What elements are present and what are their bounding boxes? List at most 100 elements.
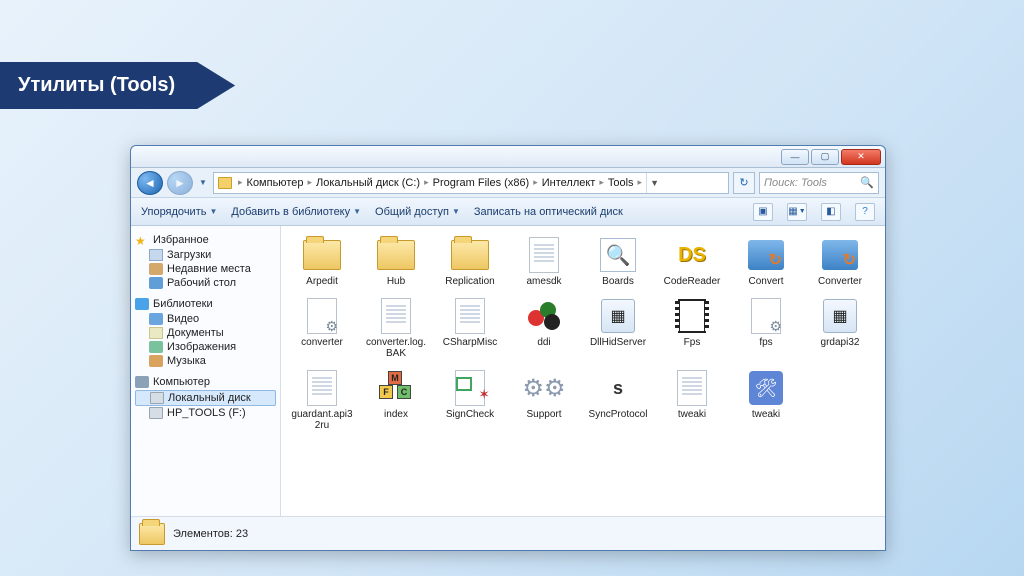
downloads-icon xyxy=(149,249,163,261)
file-item[interactable]: fps xyxy=(731,295,801,361)
breadcrumb-segment[interactable]: Интеллект xyxy=(542,177,596,189)
slide-title: Утилиты (Tools) xyxy=(0,62,235,109)
address-bar[interactable]: ▸ Компьютер ▸ Локальный диск (C:) ▸ Prog… xyxy=(213,172,729,194)
close-button[interactable]: ✕ xyxy=(841,149,881,165)
refresh-button[interactable]: ↻ xyxy=(733,172,755,194)
favorites-group[interactable]: ★Избранное xyxy=(135,234,276,246)
burn-button[interactable]: Записать на оптический диск xyxy=(474,206,623,218)
file-label: index xyxy=(384,409,408,420)
breadcrumb-segment[interactable]: Program Files (x86) xyxy=(433,177,530,189)
sidebar-item-video[interactable]: Видео xyxy=(135,312,276,326)
file-item[interactable]: Replication xyxy=(435,234,505,289)
file-icon xyxy=(670,369,714,407)
explorer-window: — ▢ ✕ ◄ ► ▼ ▸ Компьютер ▸ Локальный диск… xyxy=(130,145,886,551)
breadcrumb-segment[interactable]: Tools xyxy=(608,177,634,189)
organize-menu[interactable]: Упорядочить▼ xyxy=(141,206,217,218)
file-item[interactable]: ⚙⚙ Support xyxy=(509,367,579,433)
file-list[interactable]: ArpeditHubReplication amesdk 🔍BoardsDSCode… xyxy=(281,226,885,516)
file-item[interactable]: Hub xyxy=(361,234,431,289)
file-label: Fps xyxy=(684,337,701,348)
file-item[interactable]: 🛠tweaki xyxy=(731,367,801,433)
file-icon xyxy=(448,369,492,407)
breadcrumb-segment[interactable]: Компьютер xyxy=(247,177,304,189)
file-icon: 🔍 xyxy=(596,236,640,274)
file-item[interactable]: ▦grdapi32 xyxy=(805,295,875,361)
forward-button[interactable]: ► xyxy=(167,171,193,195)
file-label: CSharpMisc xyxy=(443,337,497,348)
file-icon xyxy=(300,236,344,274)
file-item[interactable]: Arpedit xyxy=(287,234,357,289)
file-item[interactable]: s SyncProtocol xyxy=(583,367,653,433)
libraries-group[interactable]: Библиотеки xyxy=(135,298,276,310)
file-icon xyxy=(374,236,418,274)
sidebar-item-documents[interactable]: Документы xyxy=(135,326,276,340)
history-dropdown-icon[interactable]: ▼ xyxy=(197,172,209,194)
file-label: ddi xyxy=(537,337,550,348)
folder-icon xyxy=(139,523,165,545)
sidebar-item-downloads[interactable]: Загрузки xyxy=(135,248,276,262)
file-label: converter.log.BAK xyxy=(363,337,429,359)
libraries-icon xyxy=(135,298,149,310)
file-icon xyxy=(744,236,788,274)
file-label: amesdk xyxy=(526,276,561,287)
slideshow-button[interactable]: ▣ xyxy=(753,203,773,221)
add-to-library-menu[interactable]: Добавить в библиотеку▼ xyxy=(231,206,361,218)
window-titlebar[interactable]: — ▢ ✕ xyxy=(131,146,885,168)
sidebar-item-desktop[interactable]: Рабочий стол xyxy=(135,276,276,290)
command-bar: Упорядочить▼ Добавить в библиотеку▼ Общи… xyxy=(131,198,885,226)
search-icon: 🔍 xyxy=(860,176,874,189)
file-item[interactable]: guardant.api32ru xyxy=(287,367,357,433)
sidebar-item-hp-tools[interactable]: HP_TOOLS (F:) xyxy=(135,406,276,420)
file-item[interactable]: 🔍Boards xyxy=(583,234,653,289)
minimize-button[interactable]: — xyxy=(781,149,809,165)
navigation-pane: ★Избранное Загрузки Недавние места Рабоч… xyxy=(131,226,281,516)
file-item[interactable]: ▦DllHidServer xyxy=(583,295,653,361)
music-icon xyxy=(149,355,163,367)
file-item[interactable]: DSCodeReader xyxy=(657,234,727,289)
file-label: fps xyxy=(759,337,772,348)
maximize-button[interactable]: ▢ xyxy=(811,149,839,165)
file-label: Support xyxy=(526,409,561,420)
file-icon xyxy=(522,236,566,274)
file-icon: s xyxy=(596,369,640,407)
search-input[interactable]: Поиск: Tools 🔍 xyxy=(759,172,879,194)
file-item[interactable]: CSharpMisc xyxy=(435,295,505,361)
file-item[interactable]: SignCheck xyxy=(435,367,505,433)
file-icon xyxy=(744,297,788,335)
file-item[interactable]: amesdk xyxy=(509,234,579,289)
file-icon xyxy=(448,297,492,335)
sidebar-item-recent[interactable]: Недавние места xyxy=(135,262,276,276)
preview-pane-button[interactable]: ◧ xyxy=(821,203,841,221)
file-label: Convert xyxy=(748,276,783,287)
file-icon xyxy=(670,297,714,335)
recent-icon xyxy=(149,263,163,275)
view-options-button[interactable]: ▦▼ xyxy=(787,203,807,221)
computer-icon xyxy=(135,376,149,388)
share-menu[interactable]: Общий доступ▼ xyxy=(375,206,460,218)
file-label: SyncProtocol xyxy=(589,409,648,420)
sidebar-item-music[interactable]: Музыка xyxy=(135,354,276,368)
star-icon: ★ xyxy=(135,234,149,246)
status-text: Элементов: 23 xyxy=(173,528,248,540)
back-button[interactable]: ◄ xyxy=(137,171,163,195)
chevron-right-icon: ▸ xyxy=(305,177,314,188)
help-button[interactable]: ? xyxy=(855,203,875,221)
file-item[interactable]: Convert xyxy=(731,234,801,289)
sidebar-item-pictures[interactable]: Изображения xyxy=(135,340,276,354)
file-label: SignCheck xyxy=(446,409,494,420)
sidebar-item-local-disk[interactable]: Локальный диск xyxy=(135,390,276,406)
documents-icon xyxy=(149,327,163,339)
file-item[interactable]: Converter xyxy=(805,234,875,289)
computer-group[interactable]: Компьютер xyxy=(135,376,276,388)
file-item[interactable]: tweaki xyxy=(657,367,727,433)
file-item[interactable]: converter xyxy=(287,295,357,361)
file-item[interactable]: Fps xyxy=(657,295,727,361)
file-item[interactable]: converter.log.BAK xyxy=(361,295,431,361)
breadcrumb-segment[interactable]: Локальный диск (C:) xyxy=(316,177,420,189)
file-label: guardant.api32ru xyxy=(289,409,355,431)
file-item[interactable]: ddi xyxy=(509,295,579,361)
file-icon: ⚙⚙ xyxy=(522,369,566,407)
file-item[interactable]: MFCindex xyxy=(361,367,431,433)
file-icon xyxy=(818,236,862,274)
address-dropdown-icon[interactable]: ▼ xyxy=(646,173,662,193)
